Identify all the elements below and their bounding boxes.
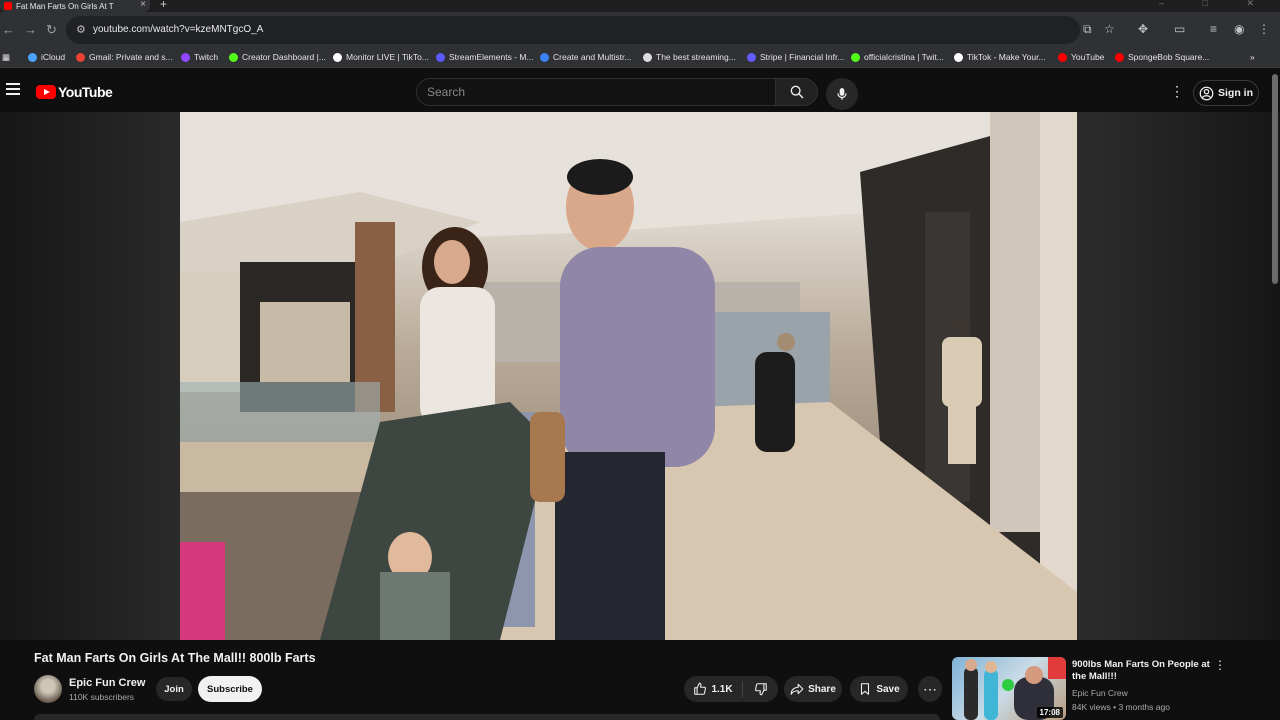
install-app-icon[interactable]: ⧉ [1083, 22, 1092, 37]
description-box[interactable] [34, 714, 940, 720]
like-dislike-group: 1.1K [684, 676, 778, 702]
channel-name[interactable]: Epic Fun Crew [69, 677, 145, 689]
site-info-icon[interactable]: ⚙ [76, 23, 86, 36]
recommended-more-icon[interactable]: ⋮ [1214, 659, 1226, 671]
search-box [416, 78, 776, 106]
bookmark-favicon-icon [643, 52, 652, 62]
bookmark-star-icon[interactable]: ☆ [1104, 22, 1115, 36]
bookmark-favicon-icon [229, 52, 238, 62]
bookmark-item[interactable]: Monitor LIVE | TikTo... [333, 52, 429, 62]
bookmark-item[interactable]: officialcristina | Twit... [851, 52, 944, 62]
youtube-logo-icon[interactable] [36, 85, 56, 99]
voice-search-button[interactable] [826, 78, 858, 110]
url-text[interactable]: youtube.com/watch?v=kzeMNTgcO_A [93, 24, 263, 35]
bookmark-item[interactable]: SpongeBob Square... [1115, 52, 1209, 62]
browser-toolbar: ← → ↻ ⚙ youtube.com/watch?v=kzeMNTgcO_A … [0, 12, 1280, 48]
bookmark-item[interactable]: Stripe | Financial Infr... [747, 52, 844, 62]
bookmark-favicon-icon [333, 52, 342, 62]
youtube-header: YouTube ⋮ Sign in [0, 74, 1280, 112]
bookmark-favicon-icon [181, 52, 190, 62]
bookmark-favicon-icon [1115, 52, 1124, 62]
bookmark-favicon-icon [436, 52, 445, 62]
bookmark-favicon-icon [747, 52, 756, 62]
close-tab-icon[interactable]: × [140, 0, 146, 10]
bookmark-item[interactable]: StreamElements - M... [436, 52, 534, 62]
like-count: 1.1K [711, 683, 733, 695]
bookmark-item[interactable]: Twitch [181, 52, 218, 62]
channel-avatar[interactable] [34, 675, 62, 703]
dislike-button[interactable] [744, 676, 778, 702]
video-title: Fat Man Farts On Girls At The Mall!! 800… [34, 651, 316, 665]
subscriber-count: 110K subscribers [69, 692, 135, 702]
bookmark-favicon-icon [851, 52, 860, 62]
recommended-title[interactable]: 900lbs Man Farts On People at the Mall!!… [1072, 659, 1212, 683]
bookmark-favicon-icon [28, 52, 37, 62]
page-scrollbar[interactable] [1272, 74, 1278, 284]
reload-icon[interactable]: ↻ [46, 22, 57, 38]
bookmark-item[interactable]: iCloud [28, 52, 65, 62]
save-button[interactable]: Save [850, 676, 908, 702]
thumbs-down-icon [755, 683, 767, 696]
address-bar[interactable]: ⚙ youtube.com/watch?v=kzeMNTgcO_A [66, 16, 1080, 44]
youtube-favicon-icon [4, 2, 12, 10]
bookmark-item[interactable]: The best streaming... [643, 52, 736, 62]
search-input[interactable] [417, 79, 775, 105]
browser-menu-icon[interactable]: ⋮ [1258, 22, 1270, 36]
bookmark-favicon-icon [76, 52, 85, 62]
bookmark-item[interactable]: Creator Dashboard |... [229, 52, 326, 62]
video-player[interactable] [180, 112, 1077, 640]
video-frame-image [180, 112, 1077, 640]
recommended-thumbnail[interactable]: 17:08 [952, 657, 1066, 720]
tab-title: Fat Man Farts On Girls At T [16, 1, 114, 11]
profile-icon[interactable]: ◉ [1234, 22, 1244, 36]
bookmark-item[interactable]: Create and Multistr... [540, 52, 631, 62]
video-player-stage [0, 112, 1280, 640]
save-icon [861, 683, 870, 695]
settings-more-icon[interactable]: ⋮ [1170, 84, 1184, 98]
menu-icon[interactable] [6, 83, 20, 98]
cast-icon[interactable]: ▭ [1174, 22, 1185, 36]
media-control-icon[interactable]: ≡ [1210, 22, 1217, 36]
bookmark-item[interactable]: Gmail: Private and s... [76, 52, 173, 62]
thumbs-up-icon [694, 682, 707, 695]
bookmark-favicon-icon [954, 52, 963, 62]
join-button[interactable]: Join [156, 677, 192, 701]
subscribe-button[interactable]: Subscribe [198, 676, 262, 702]
recommended-channel[interactable]: Epic Fun Crew [1072, 688, 1128, 698]
search-button[interactable] [776, 78, 818, 106]
new-tab-icon[interactable]: + [160, 0, 167, 11]
share-button[interactable]: Share [784, 676, 842, 702]
browser-tab-strip: Fat Man Farts On Girls At T × + – □ ✕ [0, 0, 1280, 12]
bookmarks-overflow-icon[interactable]: » [1250, 52, 1255, 62]
sign-in-label: Sign in [1218, 87, 1253, 99]
apps-icon[interactable]: ▦ [2, 52, 10, 63]
browser-tab-active[interactable]: Fat Man Farts On Girls At T × [0, 0, 150, 12]
video-duration: 17:08 [1036, 707, 1063, 718]
share-label: Share [808, 683, 836, 695]
back-icon[interactable]: ← [2, 22, 15, 37]
forward-icon[interactable]: → [24, 22, 37, 37]
window-controls[interactable]: – □ ✕ [1159, 0, 1272, 9]
more-actions-icon[interactable]: ⋯ [918, 676, 942, 702]
bookmark-item[interactable]: TikTok - Make Your... [954, 52, 1046, 62]
like-button[interactable]: 1.1K [684, 676, 742, 702]
save-label: Save [876, 683, 900, 695]
microphone-icon [837, 88, 847, 100]
youtube-logo-text[interactable]: YouTube [58, 84, 113, 100]
search-icon [790, 85, 803, 99]
like-divider [742, 681, 743, 697]
sign-in-button[interactable]: Sign in [1193, 80, 1259, 106]
recommended-meta: 84K views • 3 months ago [1072, 702, 1170, 712]
bookmark-favicon-icon [540, 52, 549, 62]
bookmark-item[interactable]: YouTube [1058, 52, 1104, 62]
extensions-icon[interactable]: ✥ [1138, 22, 1148, 36]
bookmarks-bar: ▦ iCloud Gmail: Private and s... Twitch … [0, 48, 1280, 68]
share-icon [790, 683, 804, 695]
bookmark-favicon-icon [1058, 52, 1067, 62]
account-icon [1199, 86, 1214, 100]
